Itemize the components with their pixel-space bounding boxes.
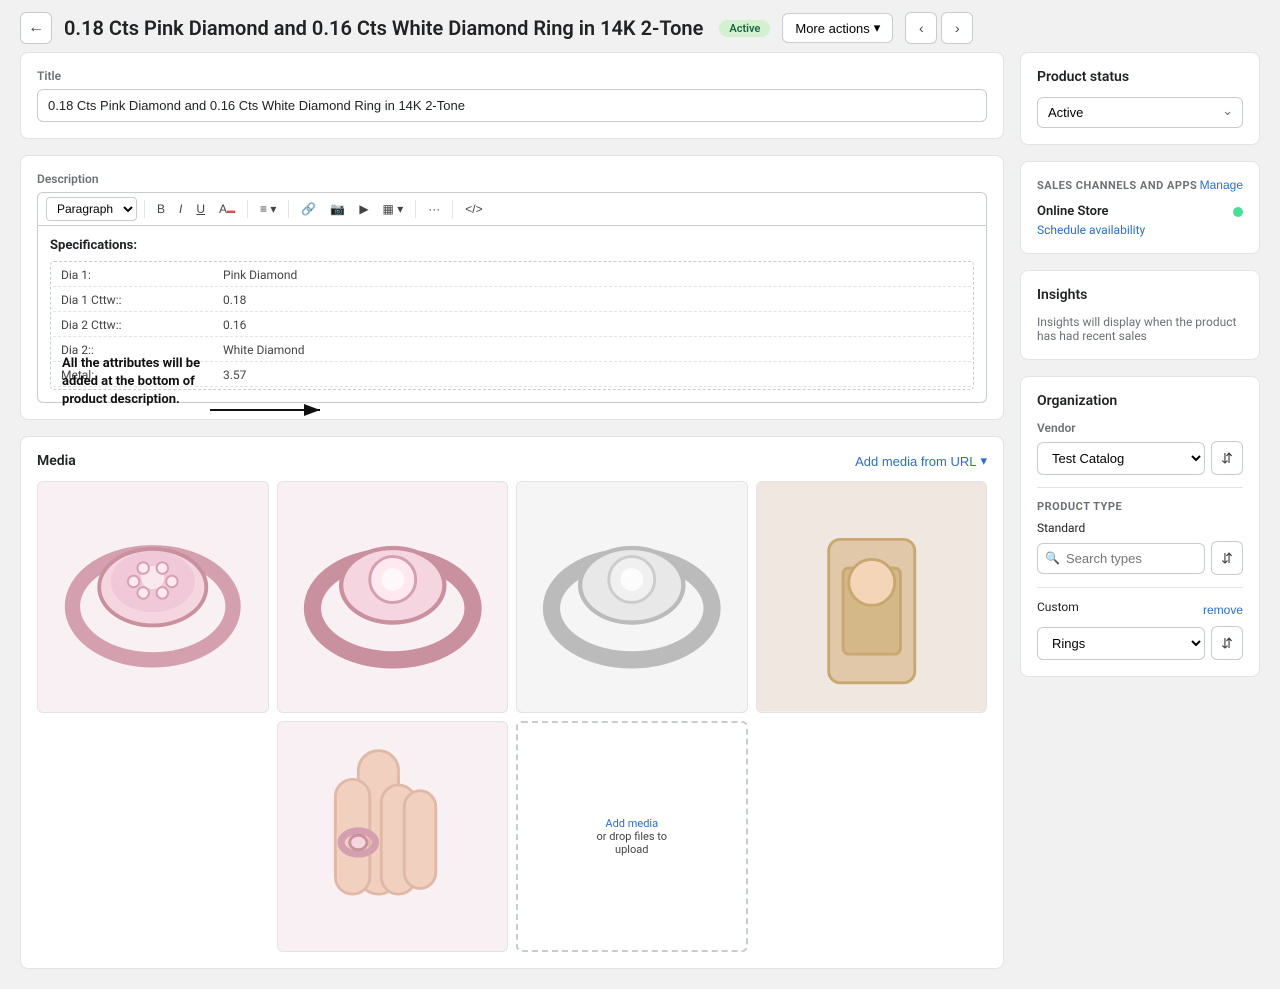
spec-key: Dia 1 Cttw::	[53, 289, 213, 312]
paragraph-select[interactable]: Paragraph	[46, 197, 137, 221]
bold-button[interactable]: B	[152, 199, 170, 219]
product-type-label: PRODUCT TYPE	[1037, 500, 1243, 513]
insights-title: Insights	[1037, 287, 1243, 303]
org-divider-1	[1037, 487, 1243, 488]
search-icon: 🔍	[1045, 551, 1060, 565]
chevron-down-icon-media: ▾	[980, 453, 987, 469]
search-types-expand-button[interactable]: ⇵	[1211, 541, 1243, 575]
italic-button[interactable]: I	[174, 199, 187, 219]
spec-value: White Diamond	[215, 339, 971, 362]
editor-toolbar: Paragraph B I U A▬ ≡ ▾ 🔗 📷 ▶ ▦ ▾ ···	[37, 192, 987, 225]
image-button[interactable]: 📷	[325, 199, 350, 219]
toolbar-divider-4	[415, 200, 416, 218]
ring-image-2	[278, 482, 508, 712]
custom-label-text: Custom	[1037, 600, 1079, 614]
manage-link[interactable]: Manage	[1200, 178, 1243, 192]
media-thumb-5[interactable]	[277, 721, 509, 953]
toolbar-divider-2	[247, 200, 248, 218]
organization-card: Organization Vendor Test Catalog ⇵ PRODU…	[1020, 376, 1260, 677]
add-media-button[interactable]: Add media from URL ▾	[855, 453, 987, 469]
vendor-row: Test Catalog ⇵	[1037, 441, 1243, 475]
search-types-row: 🔍 ⇵	[1037, 541, 1243, 575]
custom-remove-button[interactable]: remove	[1203, 603, 1243, 617]
vendor-select[interactable]: Test Catalog	[1037, 442, 1205, 475]
sales-channels-card: SALES CHANNELS AND APPS Manage Online St…	[1020, 161, 1260, 254]
online-store-row: Online Store	[1037, 204, 1243, 219]
standard-label: Standard	[1037, 521, 1243, 535]
ring-image-5	[278, 722, 508, 952]
toolbar-divider-3	[288, 200, 289, 218]
custom-value-row: Rings ⇵	[1037, 626, 1243, 660]
specs-row: Dia 1: Pink Diamond	[53, 264, 971, 287]
spec-value: 0.16	[215, 314, 971, 337]
annotation-arrow	[210, 400, 330, 440]
ring-image-1	[38, 482, 268, 712]
product-title-block: 0.18 Cts Pink Diamond and 0.16 Cts White…	[64, 16, 770, 40]
code-button[interactable]: </>	[460, 199, 487, 219]
chevron-down-icon: ▾	[874, 20, 881, 36]
insights-message: Insights will display when the product h…	[1037, 315, 1243, 343]
video-button[interactable]: ▶	[354, 199, 373, 219]
custom-label-row: Custom remove	[1037, 600, 1243, 620]
next-product-button[interactable]: ›	[941, 12, 973, 44]
align-button[interactable]: ≡ ▾	[255, 199, 281, 219]
online-store-label: Online Store	[1037, 204, 1109, 219]
specs-row: Dia 1 Cttw:: 0.18	[53, 289, 971, 312]
color-button[interactable]: A▬	[214, 199, 240, 219]
specs-title: Specifications:	[50, 238, 974, 253]
media-header: Media Add media from URL ▾	[37, 453, 987, 469]
annotation-text: All the attributes will be added at the …	[62, 355, 222, 410]
active-badge: Active	[719, 20, 770, 37]
sales-channels-title: SALES CHANNELS AND APPS	[1037, 179, 1197, 192]
spec-value: 3.57	[215, 364, 971, 387]
title-input[interactable]	[37, 89, 987, 122]
media-thumb-3[interactable]	[516, 481, 748, 713]
status-select[interactable]: Active Draft Archived	[1037, 97, 1243, 128]
title-label: Title	[37, 69, 987, 83]
title-card: Title	[20, 52, 1004, 139]
online-store-status-dot	[1233, 207, 1243, 217]
organization-title: Organization	[1037, 393, 1243, 409]
description-label: Description	[37, 172, 987, 186]
specs-row: Dia 2 Cttw:: 0.16	[53, 314, 971, 337]
media-thumb-4[interactable]	[756, 481, 988, 713]
media-thumb-2[interactable]	[277, 481, 509, 713]
drop-zone[interactable]: Add media or drop files to upload	[516, 721, 748, 953]
underline-button[interactable]: U	[191, 199, 210, 219]
spec-value: Pink Diamond	[215, 264, 971, 287]
sales-channels-header: SALES CHANNELS AND APPS Manage	[1037, 178, 1243, 192]
insights-card: Insights Insights will display when the …	[1020, 270, 1260, 360]
toolbar-divider-1	[144, 200, 145, 218]
status-select-wrapper: Active Draft Archived	[1037, 97, 1243, 128]
ring-image-4	[757, 482, 987, 712]
table-button[interactable]: ▦ ▾	[378, 199, 409, 219]
schedule-availability-link[interactable]: Schedule availability	[1037, 223, 1243, 237]
back-button[interactable]: ←	[20, 12, 52, 44]
more-button[interactable]: ···	[423, 199, 445, 219]
product-status-card: Product status Active Draft Archived	[1020, 52, 1260, 145]
vendor-expand-button[interactable]: ⇵	[1211, 441, 1243, 475]
org-divider-2	[1037, 587, 1243, 588]
ring-image-3	[517, 482, 747, 712]
product-name-heading: 0.18 Cts Pink Diamond and 0.16 Cts White…	[64, 16, 703, 40]
search-types-input[interactable]	[1037, 543, 1205, 574]
custom-type-select[interactable]: Rings	[1037, 627, 1205, 660]
spec-key: Dia 2 Cttw::	[53, 314, 213, 337]
search-types-wrap: 🔍	[1037, 543, 1205, 574]
nav-arrows: ‹ ›	[905, 12, 973, 44]
spec-key: Dia 1:	[53, 264, 213, 287]
link-button[interactable]: 🔗	[296, 199, 321, 219]
spec-value: 0.18	[215, 289, 971, 312]
product-status-title: Product status	[1037, 69, 1243, 85]
media-title: Media	[37, 453, 76, 469]
vendor-label: Vendor	[1037, 421, 1243, 435]
toolbar-divider-5	[452, 200, 453, 218]
media-thumb-main[interactable]	[37, 481, 269, 713]
prev-product-button[interactable]: ‹	[905, 12, 937, 44]
more-actions-button[interactable]: More actions ▾	[782, 13, 893, 43]
media-grid: Add media or drop files to upload	[37, 481, 987, 952]
custom-type-expand-button[interactable]: ⇵	[1211, 626, 1243, 660]
media-card: Media Add media from URL ▾	[20, 436, 1004, 969]
